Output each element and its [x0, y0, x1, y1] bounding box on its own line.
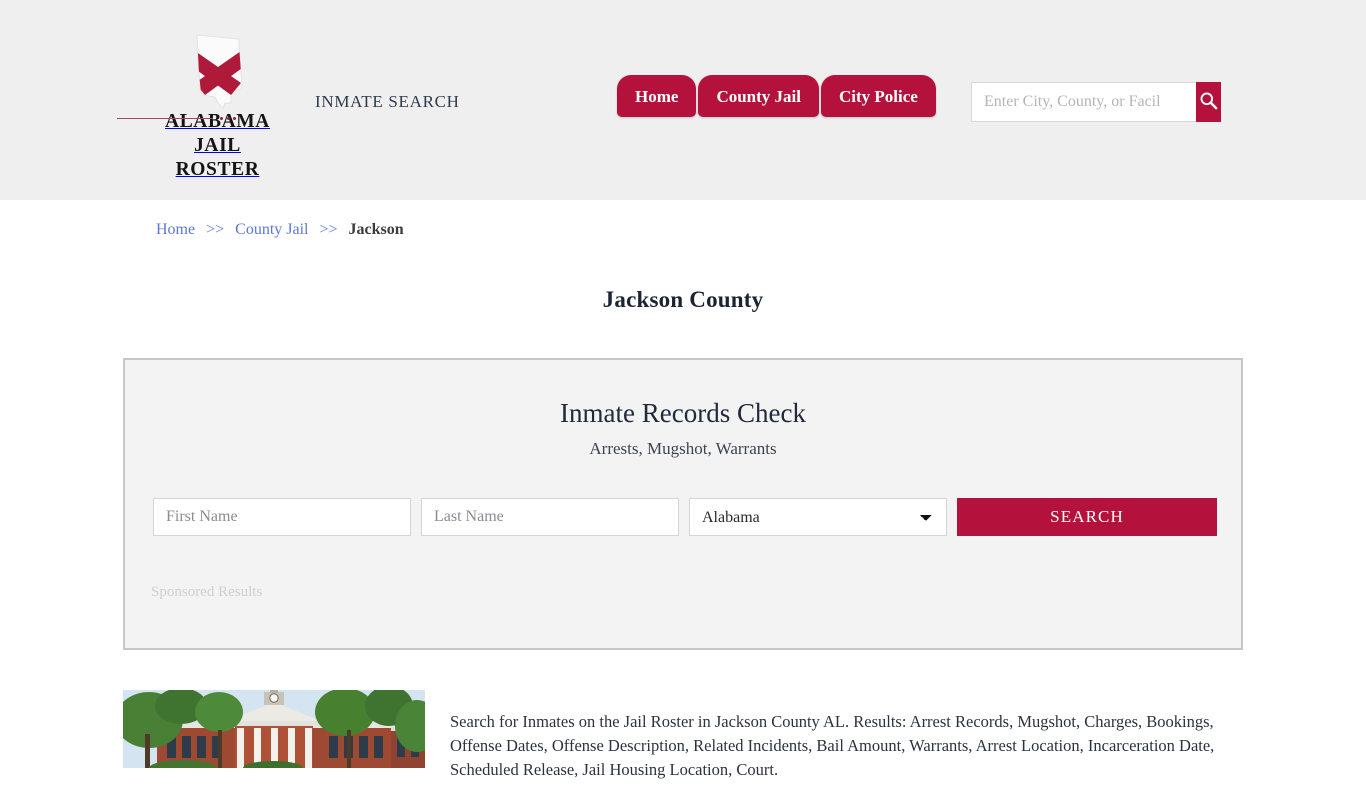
header-search-input[interactable] — [971, 82, 1196, 122]
breadcrumb-item-home[interactable]: Home — [156, 221, 195, 238]
alabama-state-outline-icon — [150, 32, 285, 110]
header-search-button[interactable] — [1196, 82, 1221, 122]
brand-name-line1: ALABAMA — [165, 111, 270, 132]
site-tagline: INMATE SEARCH — [315, 92, 460, 111]
nav-tab-city-police[interactable]: City Police — [820, 75, 936, 117]
header-inner: ALABAMA JAIL ROSTER INMATE SEARCH Home C… — [0, 0, 1366, 200]
inmate-search-form: Alabama SEARCH — [153, 498, 1217, 536]
panel-subheading: Arrests, Mugshot, Warrants — [589, 438, 777, 458]
county-content-row: Search for Inmates on the Jail Roster in… — [123, 690, 1253, 799]
breadcrumb-item-current: Jackson — [348, 221, 404, 238]
last-name-input[interactable] — [421, 498, 679, 536]
state-select[interactable]: Alabama — [689, 498, 947, 536]
header-search — [971, 82, 1221, 122]
breadcrumb-separator: >> — [206, 221, 225, 238]
breadcrumb-separator: >> — [319, 221, 338, 238]
jackson-county-courthouse-photo — [123, 690, 425, 768]
page-title: Jackson County — [602, 287, 764, 313]
site-header: ALABAMA JAIL ROSTER INMATE SEARCH Home C… — [0, 0, 1366, 200]
sponsored-results-label: Sponsored Results — [151, 584, 263, 600]
brand-name-line2: JAIL ROSTER — [175, 134, 260, 180]
inmate-records-panel: Inmate Records Check Arrests, Mugshot, W… — [123, 358, 1243, 650]
breadcrumb: Home >> County Jail >> Jackson — [156, 221, 404, 239]
nav-tab-county-jail[interactable]: County Jail — [698, 75, 819, 117]
first-name-input[interactable] — [153, 498, 411, 536]
county-description: Search for Inmates on the Jail Roster in… — [450, 711, 1215, 780]
search-submit-button[interactable]: SEARCH — [957, 498, 1217, 536]
main-navigation: Home County Jail City Police — [617, 75, 936, 117]
panel-heading: Inmate Records Check — [560, 398, 806, 428]
brand-logo[interactable]: ALABAMA JAIL ROSTER — [117, 32, 285, 181]
search-icon — [1199, 91, 1218, 113]
nav-tab-home[interactable]: Home — [617, 75, 697, 117]
breadcrumb-item-county-jail[interactable]: County Jail — [235, 221, 308, 238]
